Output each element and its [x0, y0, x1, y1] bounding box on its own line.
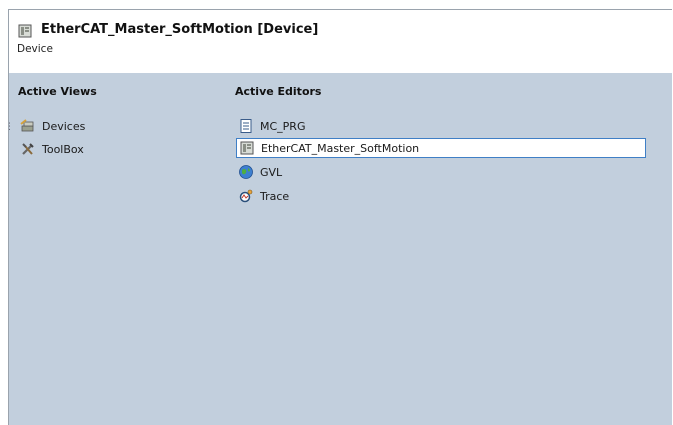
toolbox-icon	[20, 141, 36, 157]
switcher-panel: ⋮ Active Views Devices ToolBox Active Ed…	[5, 73, 672, 425]
editor-item-label: Trace	[260, 189, 290, 203]
editor-item-label: GVL	[260, 165, 283, 179]
view-item-devices[interactable]: Devices	[20, 116, 85, 136]
device-icon	[18, 24, 32, 38]
document-icon	[238, 118, 254, 134]
devices-icon	[20, 118, 36, 134]
editor-item-trace[interactable]: Trace	[238, 186, 289, 206]
selected-item-header: EtherCAT_Master_SoftMotion [Device] Devi…	[9, 10, 672, 72]
window-switcher: EtherCAT_Master_SoftMotion [Device] Devi…	[5, 9, 672, 425]
editor-item-label: MC_PRG	[260, 119, 306, 133]
editor-item-ethercat-master[interactable]: EtherCAT_Master_SoftMotion	[236, 138, 646, 158]
device-icon	[239, 140, 255, 156]
active-views-title: Active Views	[18, 85, 97, 98]
view-item-toolbox[interactable]: ToolBox	[20, 139, 84, 159]
view-item-label: ToolBox	[42, 142, 84, 156]
trace-icon	[238, 188, 254, 204]
editor-item-mc-prg[interactable]: MC_PRG	[238, 116, 305, 136]
editor-item-label: EtherCAT_Master_SoftMotion	[261, 141, 420, 155]
active-editors-title: Active Editors	[235, 85, 322, 98]
header-subtitle: Device	[17, 43, 53, 55]
view-item-label: Devices	[42, 119, 86, 133]
grip-mark: ⋮	[5, 122, 14, 132]
editor-item-gvl[interactable]: GVL	[238, 162, 282, 182]
globe-icon	[238, 164, 254, 180]
header-title: EtherCAT_Master_SoftMotion [Device]	[41, 22, 319, 37]
